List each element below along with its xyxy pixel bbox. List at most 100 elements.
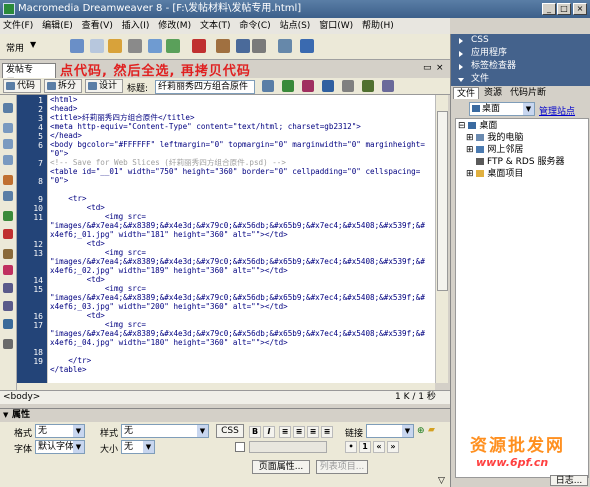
validate-markup-icon[interactable] <box>362 80 374 92</box>
manage-sites-link[interactable]: 管理站点 <box>539 104 575 117</box>
restore-doc-icon[interactable]: ▭ <box>423 63 432 73</box>
align-left-icon[interactable]: ≡ <box>279 426 291 438</box>
comment-icon[interactable] <box>236 39 250 53</box>
image-icon[interactable] <box>166 39 180 53</box>
word-wrap-icon[interactable] <box>3 249 13 259</box>
italic-button[interactable]: I <box>263 426 275 438</box>
tree-item-network[interactable]: ⊞ 网上邻居 <box>466 145 523 155</box>
tree-item-my-computer[interactable]: ⊞ 我的电脑 <box>466 133 523 143</box>
menu-help[interactable]: 帮助(H) <box>362 21 394 31</box>
wrap-tag-icon[interactable] <box>3 319 13 329</box>
remove-comment-icon[interactable] <box>3 301 13 311</box>
menu-view[interactable]: 查看(V) <box>82 21 113 31</box>
align-center-icon[interactable]: ≡ <box>293 426 305 438</box>
template-icon[interactable] <box>278 39 292 53</box>
maximize-button[interactable]: □ <box>557 3 571 15</box>
format-select[interactable]: 无 ▼ <box>35 424 85 438</box>
point-to-file-icon[interactable]: ⊕ <box>417 426 425 436</box>
menu-commands[interactable]: 命令(C) <box>239 21 270 31</box>
chevron-down-icon[interactable]: ▼ <box>30 40 36 49</box>
style-select[interactable]: 无 ▼ <box>121 424 209 438</box>
collapse-icon[interactable]: ⊟ <box>458 121 466 131</box>
unordered-list-icon[interactable]: • <box>345 441 357 453</box>
design-view-button[interactable]: 设计 <box>85 79 123 93</box>
tab-snippets[interactable]: 代码片断 <box>507 87 549 99</box>
code-view-button[interactable]: 代码 <box>3 79 41 93</box>
scrollbar-thumb[interactable] <box>437 111 448 291</box>
recent-snippets-icon[interactable] <box>3 339 13 349</box>
link-select[interactable]: ▼ <box>366 424 414 438</box>
justify-icon[interactable]: ≡ <box>321 426 333 438</box>
table-icon[interactable] <box>128 39 142 53</box>
collapse-selection-icon[interactable] <box>3 139 13 149</box>
tab-files[interactable]: 文件 <box>453 87 480 99</box>
close-doc-icon[interactable]: × <box>436 63 444 73</box>
hyperlink-icon[interactable] <box>70 39 84 53</box>
insert-category-select[interactable]: 常用 <box>6 41 24 54</box>
media-icon[interactable] <box>192 39 206 53</box>
site-select[interactable]: 桌面 ▼ <box>469 102 535 116</box>
collapse-tag-icon[interactable] <box>3 123 13 133</box>
view-options-icon[interactable] <box>322 80 334 92</box>
email-link-icon[interactable] <box>90 39 104 53</box>
balance-braces-icon[interactable] <box>3 191 13 201</box>
open-documents-icon[interactable] <box>3 103 13 113</box>
list-item-button[interactable]: 列表项目... <box>316 460 368 474</box>
files-panel-header[interactable]: 文件 <box>451 73 590 86</box>
application-panel-header[interactable]: 应用程序 <box>451 47 590 60</box>
menu-site[interactable]: 站点(S) <box>280 21 311 31</box>
tag-icon[interactable] <box>300 39 314 53</box>
expand-all-icon[interactable] <box>3 155 13 165</box>
indent-icon[interactable]: » <box>387 441 399 453</box>
page-properties-button[interactable]: 页面属性... <box>252 460 310 474</box>
menu-insert[interactable]: 插入(I) <box>122 21 150 31</box>
title-input[interactable]: 纤莉丽秀四方组合原件 <box>155 80 255 94</box>
highlight-invalid-icon[interactable] <box>3 229 13 239</box>
document-tab[interactable]: 发帖专用.html <box>2 63 56 88</box>
check-browser-icon[interactable] <box>382 80 394 92</box>
outdent-icon[interactable]: « <box>373 441 385 453</box>
close-button[interactable]: × <box>573 3 587 15</box>
css-button[interactable]: CSS <box>216 424 244 438</box>
layer-icon[interactable] <box>148 39 162 53</box>
horizontal-scrollbar[interactable] <box>17 383 435 390</box>
file-management-icon[interactable] <box>262 80 274 92</box>
browse-folder-icon[interactable]: ▰ <box>428 425 435 435</box>
expand-icon[interactable]: ⊞ <box>466 169 474 179</box>
expand-icon[interactable]: ⊞ <box>466 145 474 155</box>
date-icon[interactable] <box>216 39 230 53</box>
vertical-scrollbar[interactable] <box>435 95 448 383</box>
tag-selector[interactable]: <body> <box>3 391 40 404</box>
tree-item-desktop[interactable]: ⊟ 桌面 <box>458 121 497 131</box>
ordered-list-icon[interactable]: 1 <box>359 441 371 453</box>
log-button[interactable]: 日志... <box>550 475 588 486</box>
tree-item-ftp-rds[interactable]: FTP & RDS 服务器 <box>476 157 564 167</box>
code-editor[interactable]: <html> <head> <title>纤莉丽秀四方组合原件</title> … <box>48 95 435 383</box>
css-panel-header[interactable]: CSS <box>451 34 590 47</box>
preview-browser-icon[interactable] <box>282 80 294 92</box>
apply-comment-icon[interactable] <box>3 283 13 293</box>
minimize-button[interactable]: _ <box>542 3 556 15</box>
syntax-error-icon[interactable] <box>3 265 13 275</box>
text-color-field[interactable] <box>249 441 327 453</box>
visual-aids-icon[interactable] <box>342 80 354 92</box>
tag-chooser-icon[interactable] <box>252 39 266 53</box>
named-anchor-icon[interactable] <box>108 39 122 53</box>
tag-inspector-panel-header[interactable]: 标签检查器 <box>451 60 590 73</box>
bold-button[interactable]: B <box>249 426 261 438</box>
line-numbers-icon[interactable] <box>3 211 13 221</box>
tab-assets[interactable]: 资源 <box>481 87 505 99</box>
expand-icon[interactable]: ⊞ <box>466 133 474 143</box>
align-right-icon[interactable]: ≡ <box>307 426 319 438</box>
menu-file[interactable]: 文件(F) <box>3 21 33 31</box>
menu-edit[interactable]: 编辑(E) <box>42 21 73 31</box>
select-parent-tag-icon[interactable] <box>3 175 13 185</box>
size-select[interactable]: 无 ▼ <box>121 440 155 454</box>
refresh-design-icon[interactable] <box>302 80 314 92</box>
expand-properties-icon[interactable]: ▽ <box>438 476 445 486</box>
menu-window[interactable]: 窗口(W) <box>319 21 353 31</box>
font-select[interactable]: 默认字体 ▼ <box>35 440 85 454</box>
split-view-button[interactable]: 拆分 <box>44 79 82 93</box>
tree-item-desktop-items[interactable]: ⊞ 桌面项目 <box>466 169 523 179</box>
properties-header[interactable]: ▼ 属性 <box>0 408 450 422</box>
